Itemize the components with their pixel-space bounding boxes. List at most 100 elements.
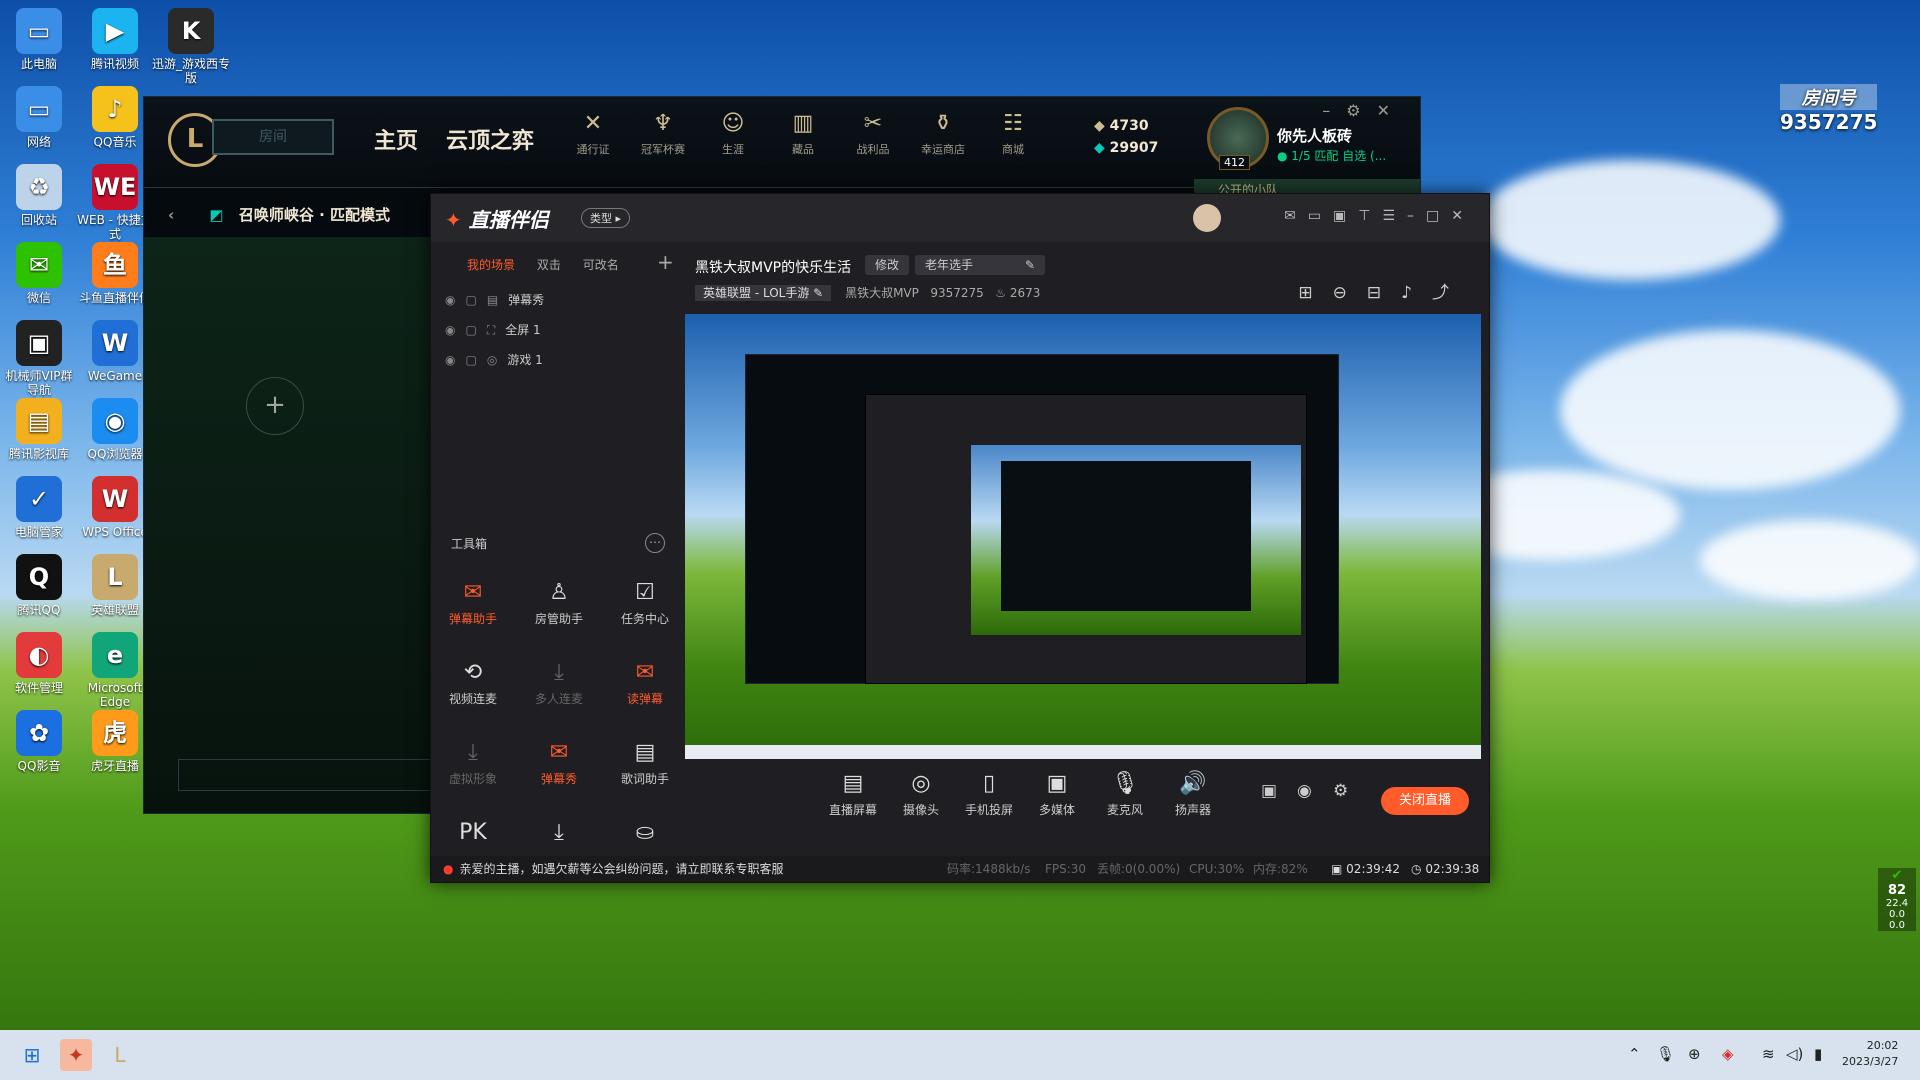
lol-currency[interactable]: ◆ 4730 ◆ 29907: [1094, 115, 1158, 159]
desktop-icon[interactable]: ✉ 微信: [0, 242, 78, 305]
gear-icon[interactable]: ⚙: [1346, 101, 1376, 120]
battery-icon[interactable]: ▮: [1814, 1045, 1822, 1063]
record-icon[interactable]: ▣: [1333, 208, 1358, 224]
desktop-icon[interactable]: ▤ 腾讯影视库: [0, 398, 78, 461]
tool-icon: ✉: [549, 740, 569, 765]
eye-icon[interactable]: ◉: [1297, 781, 1312, 801]
desktop-icon[interactable]: ▣ 机械师VIP群导航: [0, 320, 78, 397]
app-icon: ▭: [16, 8, 62, 54]
menu-icon[interactable]: ☰: [1382, 208, 1407, 224]
toolbox-item[interactable]: ☑ 任务中心: [603, 580, 687, 627]
lol-taskbar-icon[interactable]: L: [104, 1039, 136, 1071]
add-scene-button[interactable]: +: [657, 250, 674, 274]
desktop-icon[interactable]: ✓ 电脑管家: [0, 476, 78, 539]
desktop-icon[interactable]: ♻ 回收站: [0, 164, 78, 227]
microphone-icon[interactable]: 🎙: [1656, 1045, 1675, 1063]
room-tag[interactable]: 老年选手 ✎: [915, 255, 1045, 275]
edit-title-button[interactable]: 修改: [865, 255, 910, 275]
invite-plus-button[interactable]: +: [246, 377, 304, 435]
source-button[interactable]: ▤ 直播屏幕: [823, 771, 883, 818]
back-arrow-icon[interactable]: ‹: [168, 206, 174, 224]
memory-usage: 内存:82%: [1253, 862, 1308, 876]
preview-toggle-icon[interactable]: ▣: [1261, 781, 1277, 801]
lol-play-button[interactable]: 房间: [212, 119, 334, 155]
nav-icon: ⚱: [933, 111, 953, 136]
share-icon: ⤴: [1432, 283, 1469, 303]
lol-window-controls[interactable]: –⚙✕: [1322, 101, 1406, 120]
source-button[interactable]: ◎ 摄像头: [891, 771, 951, 818]
scene-tab-mine[interactable]: 我的场景: [467, 258, 515, 272]
live-status-bar: ● 亲爱的主播，如遇欠薪等公会纠纷问题，请立即联系专职客服 码率:1488kb/s…: [431, 856, 1489, 882]
toolbox-more-icon[interactable]: ⋯: [645, 533, 665, 553]
lol-tab-tft[interactable]: 云顶之弈: [446, 123, 534, 155]
taskbar-clock[interactable]: 20:02 2023/3/27: [1842, 1038, 1898, 1070]
toolbox-item[interactable]: ▤ 歌词助手: [603, 740, 687, 787]
lol-nav-item[interactable]: ☺ 生涯: [704, 111, 762, 157]
live-companion-taskbar-icon[interactable]: ✦: [60, 1039, 92, 1071]
minimize-icon[interactable]: –: [1407, 208, 1426, 224]
lol-nav-item[interactable]: ✂ 战利品: [844, 111, 902, 157]
source-button[interactable]: ▣ 多媒体: [1027, 771, 1087, 818]
lol-nav-item[interactable]: ⚱ 幸运商店: [914, 111, 972, 157]
scene-item[interactable]: ◉ ▢ ▤ 弹幕秀: [445, 291, 544, 308]
desktop-icon-label: 网络: [26, 135, 51, 149]
desktop-icon[interactable]: ▭ 网络: [0, 86, 78, 149]
desktop-icon[interactable]: ▭ 此电脑: [0, 8, 78, 71]
close-icon[interactable]: ✕: [1451, 208, 1475, 224]
desktop-icon[interactable]: ✿ QQ影音: [0, 710, 78, 773]
toolbox-item[interactable]: ♙ 房管助手: [517, 580, 601, 627]
minimize-icon[interactable]: –: [1322, 101, 1346, 120]
toolbox-item[interactable]: ✉ 弹幕助手: [431, 580, 515, 627]
desktop-icon[interactable]: ◐ 软件管理: [0, 632, 78, 695]
eye-icon: ◉: [445, 293, 456, 307]
lol-nav-item[interactable]: ♆ 冠军杯赛: [634, 111, 692, 157]
live-companion-window[interactable]: ✦ 直播伴侣 类型 ▸ ✉▭▣⊤☰–□✕ 我的场景 双击 可改名 + ◉ ▢ ▤ 弹幕…: [430, 193, 1490, 883]
shirt-icon[interactable]: ⊤: [1358, 208, 1382, 224]
toolbox-item[interactable]: PK: [431, 820, 515, 850]
windows-start-icon[interactable]: ⊞: [16, 1039, 48, 1071]
maximize-icon[interactable]: □: [1426, 208, 1451, 224]
chevron-up-icon[interactable]: ⌃: [1628, 1045, 1641, 1063]
room-action-icons[interactable]: ⊞⊖⊟♪⤴: [1298, 278, 1469, 303]
toolbox-item[interactable]: ✉ 读弹幕: [603, 660, 687, 707]
toolbox-item[interactable]: ⤓ 多人连麦: [517, 660, 601, 707]
end-live-button[interactable]: 关闭直播: [1381, 787, 1469, 815]
lol-chat-input[interactable]: [178, 759, 432, 791]
volume-icon[interactable]: ◁): [1786, 1045, 1803, 1063]
toolbox-item[interactable]: ⛀: [603, 820, 687, 850]
desktop-icon[interactable]: K 迅游_游戏西专版: [152, 8, 230, 85]
toolbox-item[interactable]: ✉ 弹幕秀: [517, 740, 601, 787]
game-category[interactable]: 英雄联盟 - LOL手游 ✎: [695, 285, 832, 301]
mail-icon[interactable]: ✉: [1284, 208, 1308, 224]
source-icon: ▯: [982, 771, 996, 796]
type-button[interactable]: 类型 ▸: [581, 208, 631, 228]
screen-icon[interactable]: ▭: [1308, 208, 1333, 224]
lol-nav-item[interactable]: ☷ 商城: [984, 111, 1042, 157]
lol-nav-item[interactable]: ✕ 通行证: [564, 111, 622, 157]
scene-tab-rename[interactable]: 可改名: [583, 258, 619, 272]
lol-nav-item[interactable]: ▥ 藏品: [774, 111, 832, 157]
toolbox-item[interactable]: ⤓ 虚拟形象: [431, 740, 515, 787]
toolbox-item[interactable]: ⟲ 视频连麦: [431, 660, 515, 707]
source-button[interactable]: 🎙 麦克风: [1095, 771, 1155, 818]
live-user-avatar[interactable]: [1193, 204, 1221, 232]
source-button[interactable]: ▯ 手机投屏: [959, 771, 1019, 818]
scene-item[interactable]: ◉ ▢ ⛶ 全屏 1: [445, 321, 541, 338]
security-icon[interactable]: ◈: [1722, 1045, 1734, 1063]
wifi-icon[interactable]: ≋: [1762, 1045, 1775, 1063]
toolbox-item[interactable]: ⤓: [517, 820, 601, 850]
live-window-controls[interactable]: ✉▭▣⊤☰–□✕: [1284, 208, 1475, 224]
summoner-status: ● 1/5 匹配 自选 (...: [1277, 149, 1387, 163]
scene-item[interactable]: ◉ ▢ ◎ 游戏 1: [445, 351, 543, 368]
ime-icon[interactable]: ⊕: [1688, 1045, 1701, 1063]
desktop-icon[interactable]: Q 腾讯QQ: [0, 554, 78, 617]
desktop-icon[interactable]: ▶ 腾讯视频: [76, 8, 154, 71]
lol-tab-home[interactable]: 主页: [374, 123, 418, 155]
scene-tab-dblclick[interactable]: 双击: [537, 258, 561, 272]
close-icon[interactable]: ✕: [1377, 101, 1406, 120]
stream-preview[interactable]: [685, 314, 1481, 759]
eye-icon: ◉: [445, 323, 456, 337]
tool-icon: PK: [459, 820, 487, 845]
source-button[interactable]: 🔊 扬声器: [1163, 771, 1223, 818]
gear-icon[interactable]: ⚙: [1333, 781, 1348, 801]
